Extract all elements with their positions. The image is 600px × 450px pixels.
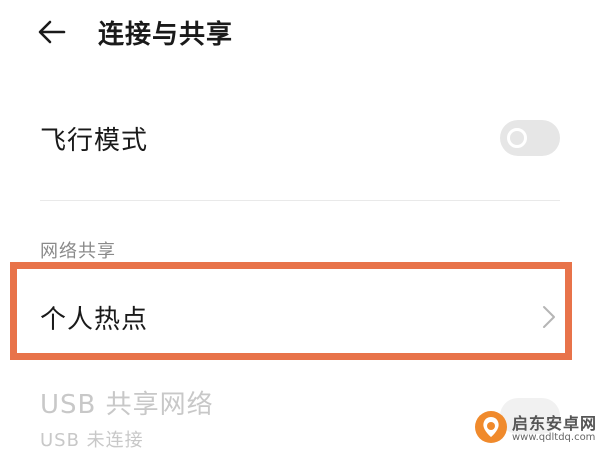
- usb-tethering-label: USB 共享网络: [40, 390, 214, 420]
- section-title-network-sharing: 网络共享: [40, 241, 116, 262]
- page-title: 连接与共享: [98, 20, 234, 50]
- airplane-mode-row[interactable]: 飞行模式: [0, 102, 600, 174]
- usb-status-label: USB 未连接: [40, 430, 144, 450]
- section-divider: [40, 200, 560, 201]
- settings-screen: 连接与共享 飞行模式 网络共享 个人热点 USB 共享网络 USB 未连接 启东…: [0, 0, 600, 450]
- watermark-logo-icon: [475, 411, 507, 443]
- app-header: 连接与共享: [0, 0, 600, 64]
- personal-hotspot-row[interactable]: 个人热点: [17, 269, 565, 353]
- watermark: 启东安卓网 www.qdltdq.com: [470, 408, 600, 450]
- watermark-url: www.qdltdq.com: [512, 432, 596, 443]
- watermark-name: 启东安卓网: [512, 414, 598, 433]
- personal-hotspot-label: 个人热点: [40, 305, 149, 335]
- back-arrow-icon: [38, 20, 66, 44]
- toggle-knob: [507, 128, 527, 148]
- airplane-mode-toggle[interactable]: [500, 120, 560, 156]
- chevron-right-icon: [543, 306, 555, 328]
- airplane-mode-label: 飞行模式: [40, 126, 149, 156]
- back-button[interactable]: [36, 16, 68, 48]
